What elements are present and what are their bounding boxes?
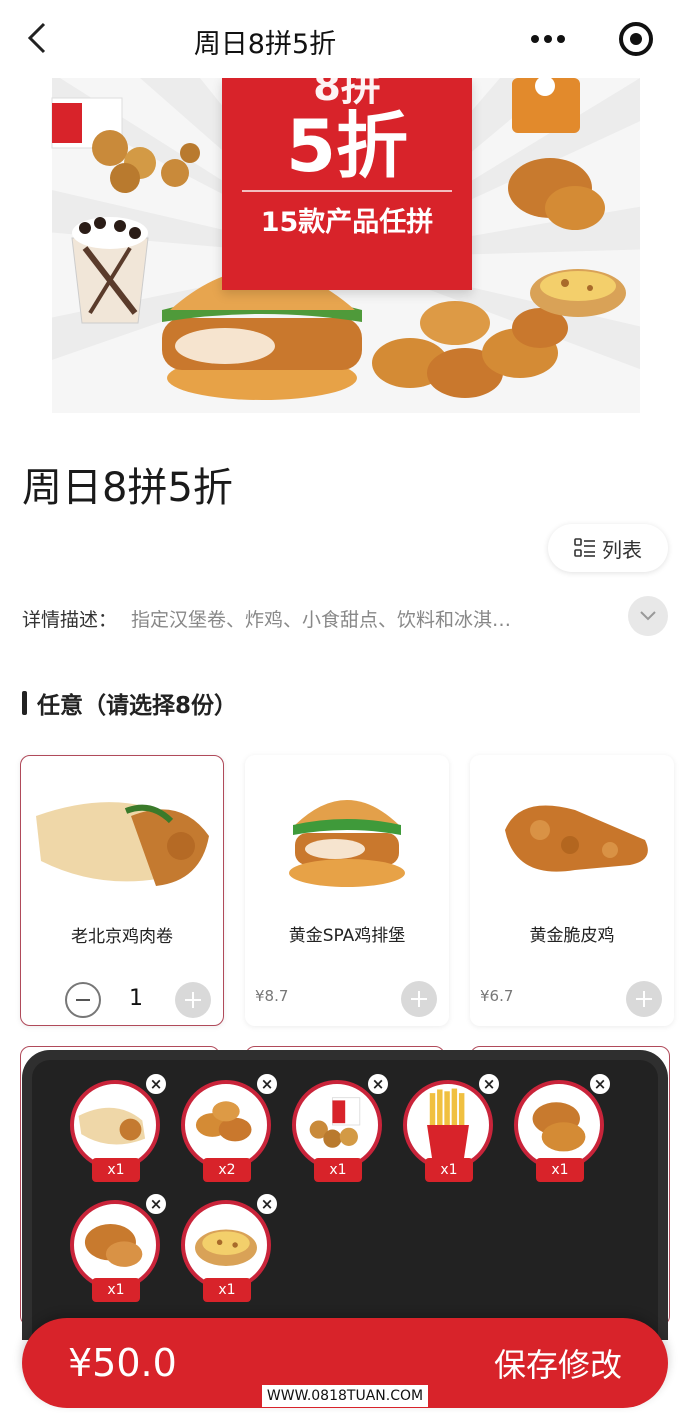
chicken-wrap-image [36, 802, 209, 886]
cart-item-qty: x2 [203, 1158, 251, 1182]
watermark: WWW.0818TUAN.COM [262, 1385, 428, 1407]
promo-top-text: 8拼 [313, 78, 381, 110]
page-title: 周日8拼5折 [193, 29, 337, 60]
wrap-icon [70, 1080, 160, 1170]
section-title-text: 任意（请选择8份） [37, 693, 238, 719]
navigation-bar: 周日8拼5折 [0, 0, 690, 78]
product-price: ¥8.7 [255, 987, 289, 1005]
spa-chicken-burger-image [289, 800, 405, 887]
crispy-chicken-image [505, 805, 648, 872]
chevron-down-icon [640, 611, 656, 621]
fried-chicken-icon [514, 1080, 604, 1170]
cart-item[interactable]: x1 × [70, 1192, 168, 1302]
product-price: ¥6.7 [480, 987, 514, 1005]
cart-item[interactable]: x1 × [403, 1072, 501, 1182]
remove-item-icon[interactable]: × [366, 1072, 390, 1096]
description-row: 详情描述： 指定汉堡卷、炸鸡、小食甜点、饮料和冰淇… [22, 596, 668, 636]
fries-icon [403, 1080, 493, 1170]
remove-item-icon[interactable]: × [144, 1192, 168, 1216]
remove-item-icon[interactable]: × [588, 1072, 612, 1096]
remove-item-icon[interactable]: × [255, 1192, 279, 1216]
product-card-burger[interactable]: 黄金SPA鸡排堡 ¥8.7 [245, 755, 449, 1026]
decrease-quantity-button[interactable] [65, 982, 101, 1018]
cart-item-qty: x1 [536, 1158, 584, 1182]
total-price: ¥50.0 [68, 1341, 177, 1385]
save-changes-button[interactable]: 保存修改 [494, 1340, 622, 1386]
promo-discount: 5折 [285, 104, 409, 188]
promo-divider [242, 190, 452, 192]
fried-chicken-icon [70, 1200, 160, 1290]
sundae-image [71, 217, 149, 324]
remove-item-icon[interactable]: × [255, 1072, 279, 1096]
egg-tart-icon [181, 1200, 271, 1290]
cart-item[interactable]: x1 × [292, 1072, 390, 1182]
product-card-wrap[interactable]: 老北京鸡肉卷 1 [20, 755, 224, 1026]
list-view-button[interactable]: 列表 [548, 524, 668, 572]
promo-banner: 8拼 5折 15款产品任拼 [0, 78, 690, 423]
cart-item-qty: x1 [92, 1158, 140, 1182]
remove-item-icon[interactable]: × [477, 1072, 501, 1096]
product-name: 黄金脆皮鸡 [529, 926, 615, 946]
cart-item-qty: x1 [92, 1278, 140, 1302]
cart-item-qty: x1 [425, 1158, 473, 1182]
popcorn-chicken-icon [292, 1080, 382, 1170]
increase-quantity-button[interactable] [175, 982, 211, 1018]
drink-image [512, 78, 580, 133]
mini-program-capsule [522, 16, 662, 62]
promo-card: 8拼 5折 15款产品任拼 [222, 78, 472, 290]
promo-subtitle: 15款产品任拼 [260, 207, 434, 238]
cart-item[interactable]: x1 × [70, 1072, 168, 1182]
remove-item-icon[interactable]: × [144, 1072, 168, 1096]
expand-description-button[interactable] [628, 596, 668, 636]
product-title: 周日8拼5折 [22, 465, 233, 511]
nuggets-icon [181, 1080, 271, 1170]
quantity-value: 1 [129, 986, 143, 1011]
list-button-label: 列表 [602, 537, 642, 562]
cart-item[interactable]: x1 × [514, 1072, 612, 1182]
product-name: 老北京鸡肉卷 [71, 927, 173, 947]
section-marker [22, 691, 27, 715]
product-name: 黄金SPA鸡排堡 [288, 926, 406, 946]
cart-item[interactable]: x1 × [181, 1192, 279, 1302]
close-mini-program-icon[interactable] [616, 19, 656, 59]
add-button[interactable] [401, 981, 437, 1017]
selected-items-panel: x1 × x2 × x1 × x1 × x1 × x1 × x1 × [22, 1050, 668, 1340]
section-heading: 任意（请选择8份） [22, 686, 237, 720]
egg-tart-image [530, 269, 626, 317]
more-icon[interactable] [528, 24, 568, 54]
cart-item[interactable]: x2 × [181, 1072, 279, 1182]
description-text: 指定汉堡卷、炸鸡、小食甜点、饮料和冰淇… [131, 608, 512, 631]
add-button[interactable] [626, 981, 662, 1017]
description-label: 详情描述： [22, 608, 118, 631]
list-icon [574, 538, 595, 557]
cart-item-qty: x1 [314, 1158, 362, 1182]
cart-item-qty: x1 [203, 1278, 251, 1302]
product-card-chicken[interactable]: 黄金脆皮鸡 ¥6.7 [470, 755, 674, 1026]
